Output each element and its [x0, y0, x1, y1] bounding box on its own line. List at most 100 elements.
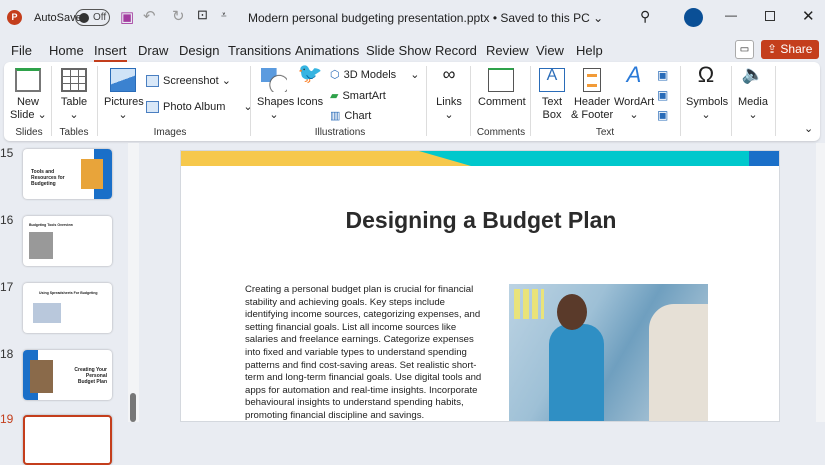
new-slide-button[interactable]: New Slide ⌄: [10, 68, 47, 122]
tab-review[interactable]: Review: [486, 43, 529, 58]
media-button[interactable]: 🔈 Media ⌄: [736, 65, 770, 122]
symbols-label: Symbols: [686, 96, 729, 108]
tab-home[interactable]: Home: [49, 43, 84, 58]
pictures-button[interactable]: Pictures ⌄: [104, 68, 144, 122]
slide-canvas[interactable]: Designing a Budget Plan Creating a perso…: [180, 150, 780, 422]
3d-models-label: 3D Models: [343, 68, 397, 81]
slide-header-bar: [181, 151, 779, 166]
header-footer-label: Header & Footer: [571, 96, 614, 121]
screenshot-label: Screenshot ⌄: [163, 75, 231, 87]
thumbnail-title: Using Spreadsheets For Budgeting: [39, 291, 98, 295]
slide-body-text[interactable]: Creating a personal budget plan is cruci…: [245, 284, 485, 421]
object-icon[interactable]: ▣: [657, 108, 668, 122]
comment-button[interactable]: Comment: [478, 68, 526, 109]
shapes-icon: [261, 68, 287, 92]
text-box-label: Text Box: [541, 96, 563, 121]
slide-title[interactable]: Designing a Budget Plan: [181, 207, 779, 234]
icons-button[interactable]: 🐦 Icons: [296, 63, 324, 109]
redo-icon[interactable]: ↻: [172, 7, 185, 25]
tab-file[interactable]: File: [11, 43, 32, 58]
table-icon: [61, 68, 87, 92]
tab-slide-show[interactable]: Slide Show: [366, 43, 431, 58]
wordart-button[interactable]: A WordArt ⌄: [614, 62, 655, 122]
icons-icon: 🐦: [297, 63, 323, 85]
maximize-button[interactable]: [765, 11, 775, 21]
avatar[interactable]: [684, 8, 703, 27]
tab-insert[interactable]: Insert: [94, 43, 127, 62]
tab-view[interactable]: View: [536, 43, 564, 58]
customize-toolbar-icon[interactable]: ⩡: [221, 10, 227, 21]
text-box-icon: A: [539, 68, 565, 92]
slide-thumbnail-17[interactable]: Using Spreadsheets For Budgeting: [23, 283, 112, 333]
media-label: Media: [738, 96, 768, 108]
slide-thumbnail-16[interactable]: Budgeting Tools Overview: [23, 216, 112, 266]
wordart-icon: A: [626, 62, 642, 87]
thumbnail-scrollbar[interactable]: [128, 143, 139, 422]
group-slides: Slides: [15, 127, 43, 138]
slide-thumbnail-18[interactable]: Creating Your Personal Budget Plan: [23, 350, 112, 400]
comment-icon: [488, 68, 514, 92]
shapes-button[interactable]: Shapes ⌄: [257, 68, 295, 122]
tab-record[interactable]: Record: [435, 43, 477, 58]
slide-thumbnail-15[interactable]: Tools and Resources for Budgeting: [23, 149, 112, 199]
icons-label: Icons: [296, 96, 324, 108]
wordart-label: WordArt: [614, 96, 655, 108]
slide-photo[interactable]: [509, 284, 708, 421]
tab-transitions[interactable]: Transitions: [228, 43, 291, 58]
symbols-button[interactable]: Ω Symbols ⌄: [686, 62, 729, 122]
links-button[interactable]: ∞ Links ⌄: [434, 64, 464, 122]
thumbnail-title: Creating Your Personal Budget Plan: [74, 367, 107, 385]
chart-label: Chart: [344, 109, 372, 122]
cube-icon: ⬡: [330, 69, 340, 81]
tab-animations[interactable]: Animations: [295, 43, 359, 58]
text-box-button[interactable]: A Text Box: [538, 68, 566, 122]
slide-number: 19: [0, 412, 14, 426]
shapes-label: Shapes: [257, 96, 295, 108]
comments-button[interactable]: ▭: [735, 40, 754, 59]
slide-number-icon[interactable]: ▣: [657, 88, 668, 102]
chart-button[interactable]: ▥ Chart: [330, 109, 372, 123]
tab-design[interactable]: Design: [179, 43, 219, 58]
autosave-toggle[interactable]: Off: [75, 9, 110, 26]
screenshot-button[interactable]: Screenshot ⌄: [146, 74, 231, 87]
group-images: Images: [153, 127, 187, 138]
collapse-ribbon-icon[interactable]: ⌄: [804, 122, 813, 135]
header-footer-icon: [583, 68, 601, 92]
links-label: Links: [436, 96, 462, 108]
search-icon[interactable]: ⚲: [640, 8, 650, 25]
close-button[interactable]: ✕: [802, 7, 815, 25]
header-footer-button[interactable]: Header & Footer: [571, 68, 613, 122]
smartart-icon: ▰: [330, 90, 339, 102]
new-slide-icon: [15, 68, 41, 92]
present-icon[interactable]: ⊡: [197, 7, 208, 23]
photo-album-icon: [146, 100, 159, 113]
link-icon: ∞: [442, 64, 456, 84]
omega-icon: Ω: [697, 62, 715, 87]
slide-number: 18: [0, 347, 14, 361]
save-icon[interactable]: ▣: [120, 8, 134, 26]
tab-help[interactable]: Help: [576, 43, 603, 58]
powerpoint-logo-icon: P: [7, 10, 22, 25]
scrollbar-thumb[interactable]: [130, 393, 136, 422]
share-button[interactable]: ⇪ Share ⌄: [761, 40, 819, 75]
group-comments: Comments: [476, 127, 526, 138]
slide-thumbnail-pane: 15 Tools and Resources for Budgeting 16 …: [0, 141, 140, 465]
slide-thumbnail-19-selected[interactable]: [23, 415, 112, 465]
thumbnail-title: Budgeting Tools Overview: [29, 223, 73, 227]
table-button[interactable]: Table ⌄: [57, 68, 91, 122]
tab-draw[interactable]: Draw: [138, 43, 168, 58]
photo-album-button[interactable]: Photo Album ⌄: [146, 100, 253, 113]
smartart-label: SmartArt: [342, 89, 386, 102]
slide-scrollbar[interactable]: [816, 143, 825, 422]
3d-models-button[interactable]: ⬡ 3D Models ⌄: [330, 68, 419, 82]
pictures-icon: [110, 68, 136, 92]
group-text: Text: [595, 127, 615, 138]
minimize-button[interactable]: —: [725, 8, 737, 22]
slide-number: 17: [0, 280, 14, 294]
date-time-icon[interactable]: ▣: [657, 68, 668, 82]
group-tables: Tables: [59, 127, 89, 138]
smartart-button[interactable]: ▰ SmartArt: [330, 89, 386, 103]
document-title[interactable]: Modern personal budgeting presentation.p…: [248, 11, 603, 25]
undo-icon[interactable]: ↶: [143, 7, 156, 25]
chart-icon: ▥: [330, 110, 341, 122]
